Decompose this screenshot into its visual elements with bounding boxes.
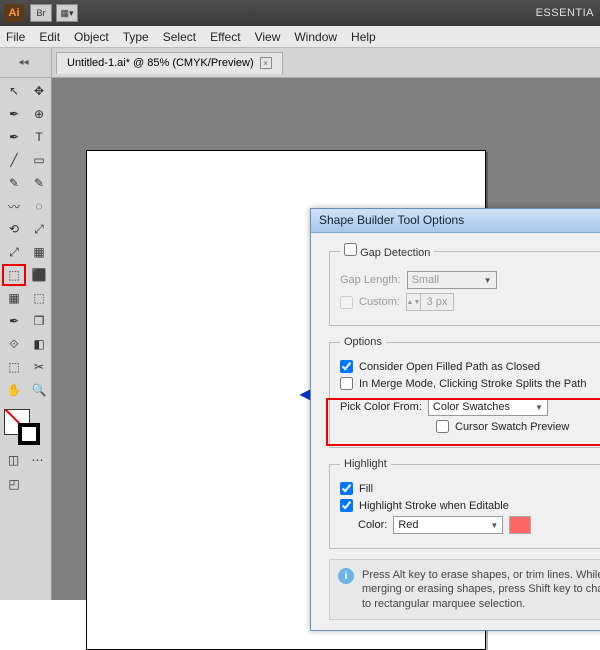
blob-brush-tool[interactable]: 〰 xyxy=(2,195,26,217)
app-logo: Ai xyxy=(4,4,24,22)
custom-gap-label: Custom: xyxy=(359,296,400,308)
highlight-legend: Highlight xyxy=(340,458,391,470)
zoom-tool[interactable]: 🔍 xyxy=(27,379,51,401)
screen-mode-button[interactable]: ◰ xyxy=(2,473,26,495)
artboard-tool[interactable]: ⬚ xyxy=(2,356,26,378)
scale-tool[interactable]: ⤢ xyxy=(27,218,51,240)
highlight-color-select[interactable]: Red▼ xyxy=(393,516,503,534)
menu-help[interactable]: Help xyxy=(351,30,376,44)
menubar: File Edit Object Type Select Effect View… xyxy=(0,26,600,48)
eyedropper-tool[interactable]: ✒ xyxy=(2,310,26,332)
paintbrush-tool[interactable]: ✎ xyxy=(2,172,26,194)
shape-builder-options-dialog: Shape Builder Tool Options Gap Detection… xyxy=(310,208,600,631)
canvas[interactable]: ◀ Shape Builder Tool Options Gap Detecti… xyxy=(52,78,600,600)
hand-tool[interactable]: ✋ xyxy=(2,379,26,401)
width-tool[interactable]: ⤢ xyxy=(2,241,26,263)
highlight-fill-checkbox[interactable] xyxy=(340,482,353,495)
document-tab[interactable]: Untitled-1.ai* @ 85% (CMYK/Preview) × xyxy=(56,52,283,74)
draw-mode-button[interactable]: ⋯ xyxy=(26,449,49,471)
lasso-tool[interactable]: ⊕ xyxy=(27,103,51,125)
pen-tool[interactable]: ✒ xyxy=(2,126,26,148)
menu-file[interactable]: File xyxy=(6,30,25,44)
symbol-sprayer-tool[interactable]: ⟐ xyxy=(2,333,26,355)
highlight-stroke-label: Highlight Stroke when Editable xyxy=(359,500,509,512)
gap-detection-group: Gap Detection Gap Length: Small▼ Custom:… xyxy=(329,243,600,326)
custom-gap-checkbox xyxy=(340,296,353,309)
options-legend: Options xyxy=(340,336,386,348)
gap-length-label: Gap Length: xyxy=(340,274,401,286)
consider-open-checkbox[interactable] xyxy=(340,360,353,373)
merge-mode-checkbox[interactable] xyxy=(340,377,353,390)
fill-stroke-control[interactable] xyxy=(2,407,50,447)
free-transform-tool[interactable]: ▦ xyxy=(27,241,51,263)
custom-gap-stepper: ▲▼3 px xyxy=(406,293,454,311)
type-tool[interactable]: T xyxy=(27,126,51,148)
highlight-fill-label: Fill xyxy=(359,483,373,495)
consider-open-label: Consider Open Filled Path as Closed xyxy=(359,361,540,373)
blend-tool[interactable]: ❐ xyxy=(27,310,51,332)
workspace: ↖ ✥ ✒ ⊕ ✒ T ╱ ▭ ✎ ✎ 〰 ◌ ⟲ ⤢ ⤢ ▦ ⬚ ⬛ ▦ ⬚ … xyxy=(0,78,600,600)
dialog-titlebar[interactable]: Shape Builder Tool Options xyxy=(311,209,600,233)
control-strip: ◂◂ Untitled-1.ai* @ 85% (CMYK/Preview) × xyxy=(0,48,600,78)
chevron-down-icon: ▼ xyxy=(490,521,498,530)
info-text: Press Alt key to erase shapes, or trim l… xyxy=(362,568,600,611)
magic-wand-tool[interactable]: ✒ xyxy=(2,103,26,125)
menu-type[interactable]: Type xyxy=(123,30,149,44)
highlight-group: Highlight Fill Highlight Stroke when Edi… xyxy=(329,458,600,549)
chevron-down-icon: ▼ xyxy=(535,403,543,412)
menu-view[interactable]: View xyxy=(255,30,281,44)
pick-color-label: Pick Color From: xyxy=(340,401,422,413)
menu-edit[interactable]: Edit xyxy=(39,30,60,44)
highlight-stroke-checkbox[interactable] xyxy=(340,499,353,512)
cursor-swatch-label: Cursor Swatch Preview xyxy=(455,421,569,433)
direct-selection-tool[interactable]: ✥ xyxy=(27,80,51,102)
line-tool[interactable]: ╱ xyxy=(2,149,26,171)
rotate-tool[interactable]: ⟲ xyxy=(2,218,26,240)
mesh-tool[interactable]: ▦ xyxy=(2,287,26,309)
info-panel: i Press Alt key to erase shapes, or trim… xyxy=(329,559,600,620)
workspace-switcher[interactable]: ESSENTIA xyxy=(536,7,594,19)
column-graph-tool[interactable]: ◧ xyxy=(27,333,51,355)
menu-select[interactable]: Select xyxy=(163,30,196,44)
merge-mode-label: In Merge Mode, Clicking Stroke Splits th… xyxy=(359,378,586,390)
titlebar: Ai Br ▦▾ ESSENTIA xyxy=(0,0,600,26)
bridge-button[interactable]: Br xyxy=(30,4,52,22)
info-icon: i xyxy=(338,568,354,584)
highlight-color-label: Color: xyxy=(358,519,387,531)
menu-window[interactable]: Window xyxy=(294,30,337,44)
eraser-tool[interactable]: ◌ xyxy=(27,195,51,217)
gap-detection-checkbox[interactable] xyxy=(344,243,357,256)
document-tab-label: Untitled-1.ai* @ 85% (CMYK/Preview) xyxy=(67,57,254,69)
gap-detection-label: Gap Detection xyxy=(360,247,430,259)
color-mode-button[interactable]: ◫ xyxy=(2,449,25,471)
tool-panel: ↖ ✥ ✒ ⊕ ✒ T ╱ ▭ ✎ ✎ 〰 ◌ ⟲ ⤢ ⤢ ▦ ⬚ ⬛ ▦ ⬚ … xyxy=(0,78,52,600)
selection-tool[interactable]: ↖ xyxy=(2,80,26,102)
gap-length-select: Small▼ xyxy=(407,271,497,289)
rectangle-tool[interactable]: ▭ xyxy=(27,149,51,171)
highlight-color-swatch xyxy=(509,516,531,534)
close-tab-icon[interactable]: × xyxy=(260,57,272,69)
slice-tool[interactable]: ✂ xyxy=(27,356,51,378)
gradient-tool[interactable]: ⬚ xyxy=(27,287,51,309)
cursor-swatch-checkbox[interactable] xyxy=(436,420,449,433)
pick-color-select[interactable]: Color Swatches▼ xyxy=(428,398,548,416)
shape-builder-tool[interactable]: ⬚ xyxy=(2,264,26,286)
tool-panel-toggle[interactable]: ◂◂ xyxy=(0,48,52,77)
perspective-grid-tool[interactable]: ⬛ xyxy=(27,264,51,286)
menu-object[interactable]: Object xyxy=(74,30,109,44)
menu-effect[interactable]: Effect xyxy=(210,30,240,44)
arrange-docs-button[interactable]: ▦▾ xyxy=(56,4,78,22)
pencil-tool[interactable]: ✎ xyxy=(27,172,51,194)
options-group: Options Consider Open Filled Path as Clo… xyxy=(329,336,600,448)
